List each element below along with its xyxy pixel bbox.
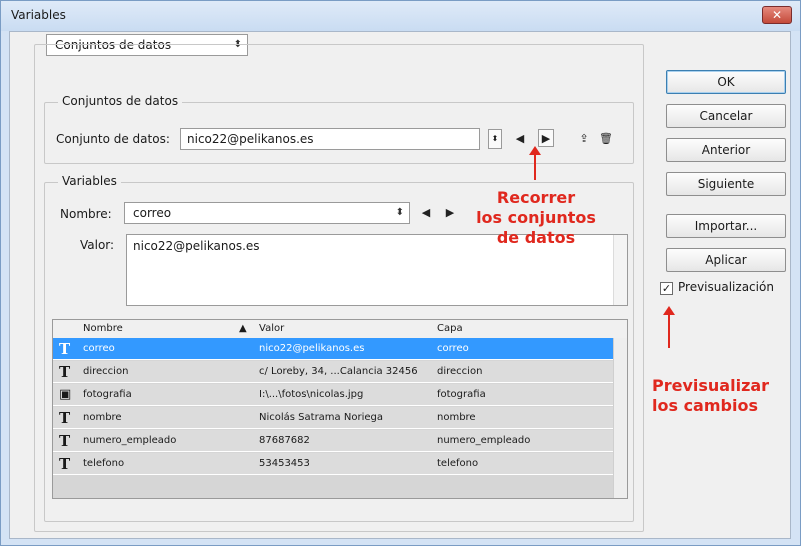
variables-dialog: Variables ✕ Conjuntos de datos ⬍ Conjunt… [0,0,801,546]
cell-name: fotografia [83,389,132,400]
cell-name: correo [83,343,115,354]
browse-datasets-arrow-icon [529,146,541,180]
cell-layer: correo [437,343,469,354]
image-layer-icon: ▣ [59,387,72,402]
annotation-line: Previsualizar [652,376,770,395]
variables-table: Nombre ▲ Valor Capa T correo nico22@peli… [52,319,628,499]
cell-name: direccion [83,366,129,377]
previous-dataset-button[interactable]: ◀ [512,130,528,148]
apply-changes-icon: ⇪ [579,132,589,145]
delete-dataset-button[interactable]: 🗑 [598,130,614,148]
cell-value: Nicolás Satrama Noriega [259,412,383,423]
annotation-line: los cambios [652,396,758,415]
column-header-layer[interactable]: Capa [437,323,463,334]
text-layer-icon: T [59,455,71,473]
cell-value: nico22@pelikanos.es [259,343,365,354]
cell-layer: nombre [437,412,476,423]
variable-name-value: correo [133,206,172,220]
checkmark-icon: ✓ [661,282,672,295]
cell-name: telefono [83,458,125,469]
next-button[interactable]: Siguiente [666,172,786,196]
dropdown-arrow-icon: ⬍ [395,207,404,218]
close-icon: ✕ [771,8,783,22]
apply-button[interactable]: Aplicar [666,248,786,272]
table-row[interactable]: T telefono 53453453 telefono [53,453,613,475]
preview-changes-arrow-icon [663,306,675,348]
sort-ascending-icon[interactable]: ▲ [239,323,247,334]
variables-group-label: Variables [58,174,121,188]
annotation-line: los conjuntos [476,208,596,227]
annotation-line: Recorrer [496,188,576,207]
text-layer-icon: T [59,363,71,381]
browse-datasets-annotation: Recorrer los conjuntos de datos [456,188,616,248]
dataset-spinner[interactable]: ⬍ [488,129,502,149]
text-layer-icon: T [59,340,71,358]
column-header-name[interactable]: Nombre [83,323,123,334]
preview-changes-annotation: Previsualizar los cambios [652,376,769,416]
table-header: Nombre ▲ Valor Capa [53,320,627,338]
arrow-left-icon: ◀ [421,206,431,219]
table-row[interactable]: ▣ fotografia I:\...\fotos\nicolas.jpg fo… [53,384,613,406]
update-dataset-button[interactable]: ⇪ [576,130,592,148]
cell-name: nombre [83,412,122,423]
arrow-right-icon: ▶ [541,132,551,145]
ok-button[interactable]: OK [666,70,786,94]
datasets-group-label: Conjuntos de datos [58,94,183,108]
next-dataset-button[interactable]: ▶ [538,129,554,147]
cell-value: I:\...\fotos\nicolas.jpg [259,389,364,400]
variable-name-dropdown[interactable]: correo ⬍ [124,202,410,224]
cell-value: 53453453 [259,458,310,469]
arrow-right-icon: ▶ [445,206,455,219]
dataset-field-label: Conjunto de datos: [56,132,170,146]
variable-value-text: nico22@pelikanos.es [133,239,260,253]
table-row[interactable]: T numero_empleado 87687682 numero_emplea… [53,430,613,452]
table-row[interactable]: T correo nico22@pelikanos.es correo [53,338,613,360]
preview-checkbox[interactable]: ✓ [660,282,673,295]
table-row[interactable]: T nombre Nicolás Satrama Noriega nombre [53,407,613,429]
cell-layer: numero_empleado [437,435,531,446]
preview-checkbox-label[interactable]: Previsualización [678,280,774,294]
dataset-field[interactable]: nico22@pelikanos.es [180,128,480,150]
title-bar: Variables ✕ [1,1,800,31]
cell-layer: direccion [437,366,483,377]
text-layer-icon: T [59,409,71,427]
table-scrollbar[interactable] [613,338,627,498]
table-row[interactable]: T direccion c/ Loreby, 34, ...Calancia 3… [53,361,613,383]
cell-value: c/ Loreby, 34, ...Calancia 32456 [259,366,418,377]
cell-value: 87687682 [259,435,310,446]
window-title: Variables [11,8,66,22]
import-button[interactable]: Importar... [666,214,786,238]
variable-value-label: Valor: [80,238,115,252]
close-button[interactable]: ✕ [762,6,792,24]
spinner-arrows-icon: ⬍ [491,134,499,143]
variable-name-label: Nombre: [60,207,112,221]
previous-variable-button[interactable]: ◀ [418,204,434,222]
text-layer-icon: T [59,432,71,450]
cell-name: numero_empleado [83,435,177,446]
cell-layer: fotografia [437,389,486,400]
column-header-value[interactable]: Valor [259,323,284,334]
dataset-field-value: nico22@pelikanos.es [187,132,314,146]
arrow-left-icon: ◀ [515,132,525,145]
cell-layer: telefono [437,458,479,469]
cancel-button[interactable]: Cancelar [666,104,786,128]
annotation-line: de datos [496,228,576,247]
trash-icon: 🗑 [599,132,613,145]
dialog-body: Conjuntos de datos ⬍ Conjuntos de datos … [9,31,791,539]
previous-button[interactable]: Anterior [666,138,786,162]
